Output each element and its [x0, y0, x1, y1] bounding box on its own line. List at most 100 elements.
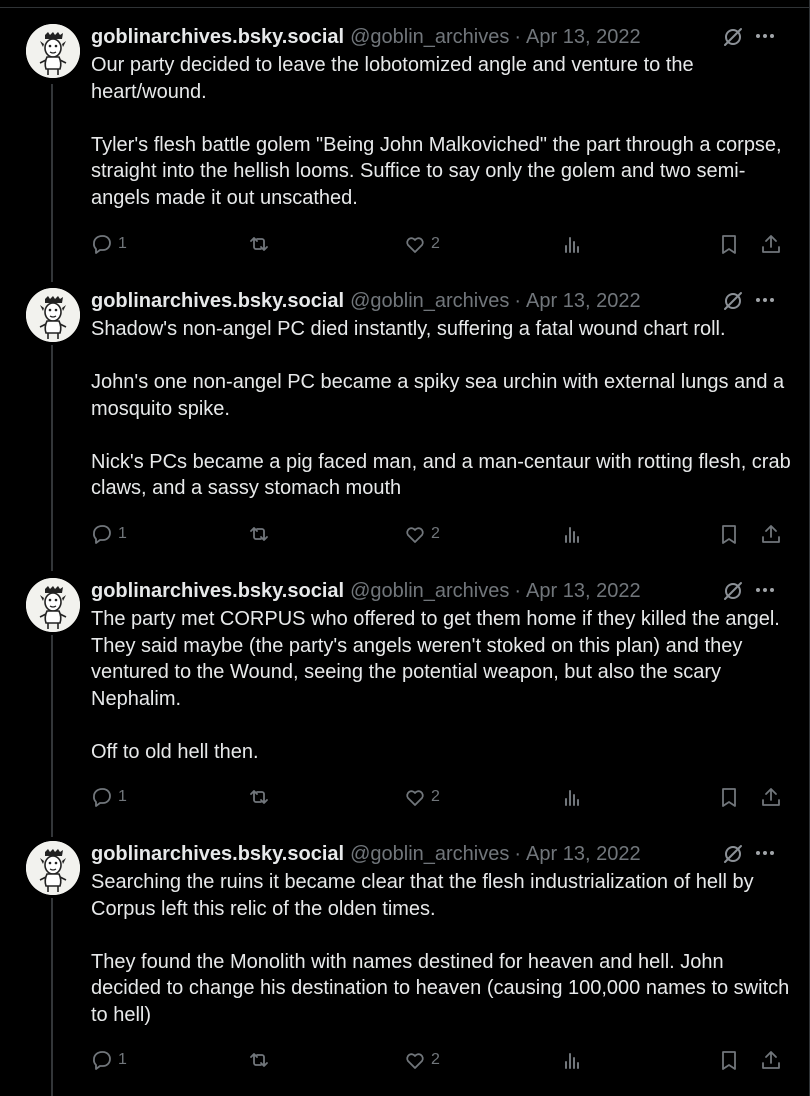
repost-icon — [250, 527, 268, 541]
views-icon — [565, 237, 579, 253]
share-icon — [762, 788, 780, 806]
more-icon[interactable] — [754, 842, 776, 864]
like-button[interactable]: 2 — [404, 521, 440, 547]
thread-line — [51, 84, 53, 282]
reply-icon — [93, 525, 111, 544]
repost-icon — [250, 1053, 268, 1067]
share-button[interactable] — [760, 521, 782, 547]
share-button[interactable] — [760, 784, 782, 810]
bookmark-icon — [722, 235, 736, 254]
more-icon[interactable] — [754, 289, 776, 311]
like-count: 2 — [431, 235, 440, 252]
avatar[interactable] — [26, 841, 80, 895]
handle[interactable]: @goblin_archives — [350, 24, 509, 50]
bookmark-button[interactable] — [718, 1047, 740, 1073]
action-bar: 1 2 — [91, 784, 791, 810]
reply-icon — [93, 788, 111, 807]
grok-icon[interactable] — [722, 580, 744, 602]
heart-icon — [406, 237, 424, 253]
repost-icon — [250, 790, 268, 804]
bookmark-button[interactable] — [718, 784, 740, 810]
action-bar: 1 2 — [91, 1047, 791, 1073]
repost-button[interactable] — [248, 1047, 270, 1073]
display-name[interactable]: goblinarchives.bsky.social — [91, 288, 344, 314]
share-button[interactable] — [760, 1047, 782, 1073]
reply-button[interactable]: 1 — [91, 1047, 127, 1073]
views-icon — [565, 527, 579, 543]
share-icon — [762, 1051, 780, 1069]
views-icon — [565, 1053, 579, 1069]
handle[interactable]: @goblin_archives — [350, 578, 509, 604]
like-count: 2 — [431, 525, 440, 542]
action-bar: 1 2 — [91, 231, 791, 257]
bookmark-button[interactable] — [718, 231, 740, 257]
post-header: goblinarchives.bsky.social @goblin_archi… — [91, 578, 788, 604]
post-date[interactable]: Apr 13, 2022 — [526, 841, 641, 867]
heart-icon — [406, 1053, 424, 1069]
separator-dot: · — [514, 843, 522, 865]
repost-icon — [250, 237, 268, 251]
grok-icon[interactable] — [722, 843, 744, 865]
thread-line — [51, 898, 53, 1096]
views-button[interactable] — [562, 784, 584, 810]
post-date[interactable]: Apr 13, 2022 — [526, 24, 641, 50]
like-button[interactable]: 2 — [404, 1047, 440, 1073]
post-date[interactable]: Apr 13, 2022 — [526, 288, 641, 314]
thread-line — [51, 635, 53, 837]
reply-icon — [93, 235, 111, 254]
repost-button[interactable] — [248, 784, 270, 810]
heart-icon — [406, 527, 424, 543]
grok-icon[interactable] — [722, 290, 744, 312]
handle[interactable]: @goblin_archives — [350, 841, 509, 867]
repost-button[interactable] — [248, 521, 270, 547]
more-icon[interactable] — [754, 579, 776, 601]
post-text: Shadow's non-angel PC died instantly, su… — [91, 318, 791, 499]
post-header: goblinarchives.bsky.social @goblin_archi… — [91, 841, 788, 867]
bookmark-icon — [722, 1051, 736, 1070]
avatar[interactable] — [26, 578, 80, 632]
thread-line — [51, 345, 53, 571]
post-header: goblinarchives.bsky.social @goblin_archi… — [91, 24, 788, 50]
separator-dot: · — [514, 26, 522, 48]
share-icon — [762, 525, 780, 543]
share-icon — [762, 235, 780, 253]
share-button[interactable] — [760, 231, 782, 257]
reply-count: 1 — [118, 1051, 127, 1068]
reply-button[interactable]: 1 — [91, 784, 127, 810]
bookmark-icon — [722, 525, 736, 544]
post-date[interactable]: Apr 13, 2022 — [526, 578, 641, 604]
top-divider — [0, 7, 810, 8]
reply-count: 1 — [118, 235, 127, 252]
post-text: Searching the ruins it became clear that… — [91, 871, 790, 1026]
separator-dot: · — [514, 580, 522, 602]
reply-button[interactable]: 1 — [91, 231, 127, 257]
post-text: The party met CORPUS who offered to get … — [91, 608, 780, 763]
display-name[interactable]: goblinarchives.bsky.social — [91, 24, 344, 50]
like-button[interactable]: 2 — [404, 784, 440, 810]
post-header: goblinarchives.bsky.social @goblin_archi… — [91, 288, 788, 314]
repost-button[interactable] — [248, 231, 270, 257]
heart-icon — [406, 790, 424, 806]
like-count: 2 — [431, 788, 440, 805]
reply-icon — [93, 1051, 111, 1070]
views-button[interactable] — [562, 231, 584, 257]
post-text: Our party decided to leave the lobotomiz… — [91, 54, 782, 209]
like-button[interactable]: 2 — [404, 231, 440, 257]
views-button[interactable] — [562, 1047, 584, 1073]
bookmark-button[interactable] — [718, 521, 740, 547]
separator-dot: · — [514, 290, 522, 312]
grok-icon[interactable] — [722, 26, 744, 48]
display-name[interactable]: goblinarchives.bsky.social — [91, 841, 344, 867]
reply-count: 1 — [118, 788, 127, 805]
like-count: 2 — [431, 1051, 440, 1068]
reply-button[interactable]: 1 — [91, 521, 127, 547]
reply-count: 1 — [118, 525, 127, 542]
more-icon[interactable] — [754, 25, 776, 47]
views-icon — [565, 790, 579, 806]
display-name[interactable]: goblinarchives.bsky.social — [91, 578, 344, 604]
handle[interactable]: @goblin_archives — [350, 288, 509, 314]
bookmark-icon — [722, 788, 736, 807]
avatar[interactable] — [26, 288, 80, 342]
views-button[interactable] — [562, 521, 584, 547]
avatar[interactable] — [26, 24, 80, 78]
